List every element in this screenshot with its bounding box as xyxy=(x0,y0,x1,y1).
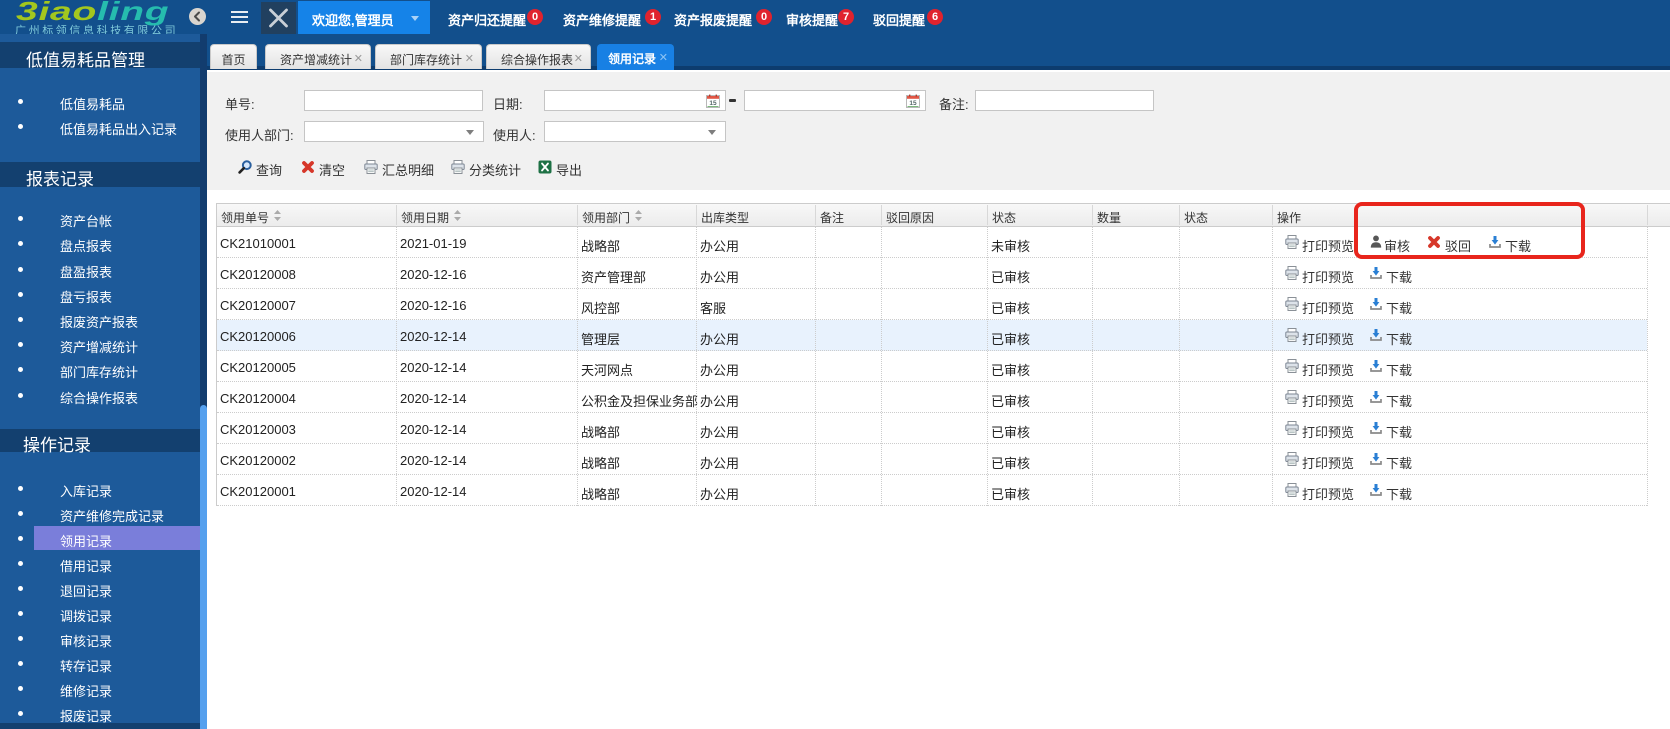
svg-text:15: 15 xyxy=(709,100,717,107)
svg-text:15: 15 xyxy=(909,100,917,107)
